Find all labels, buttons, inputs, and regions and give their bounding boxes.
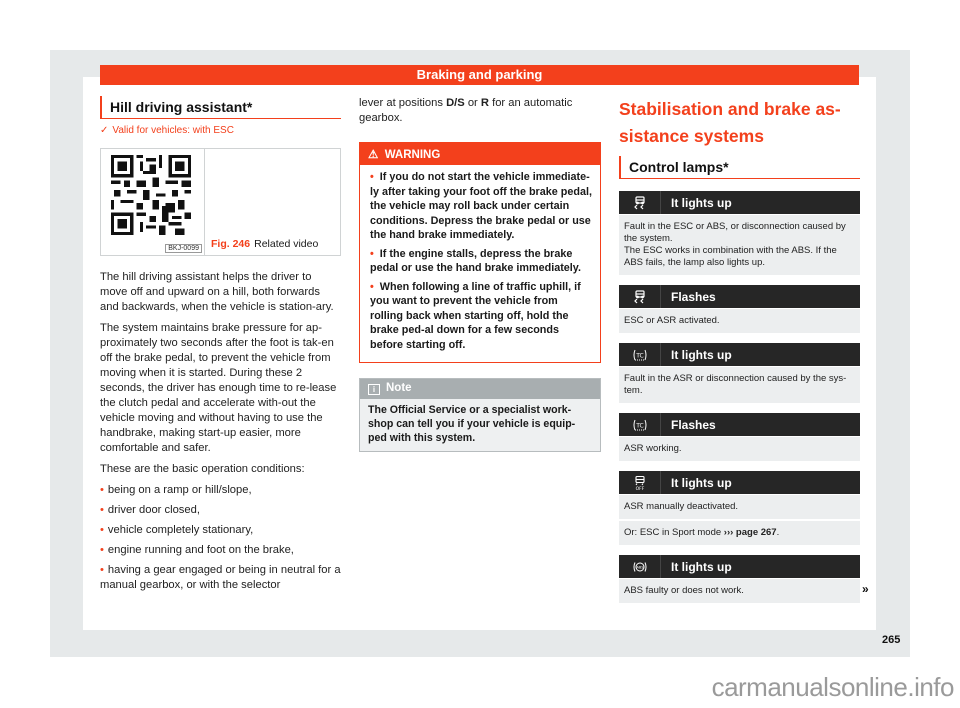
svg-text:OFF: OFF bbox=[635, 486, 644, 491]
page-reference-link[interactable]: ››› page 267 bbox=[724, 527, 777, 538]
warning-item: • If the engine stalls, depress the brak… bbox=[370, 247, 582, 275]
bullet-icon: • bbox=[100, 504, 104, 516]
figure-caption-text: Related video bbox=[254, 238, 319, 250]
note-header: i Note bbox=[360, 379, 600, 399]
warning-box: ⚠ WARNING • If you do not start the vehi… bbox=[359, 142, 601, 363]
list-item: • driver door closed, bbox=[100, 504, 200, 516]
list-item: • engine running and foot on the brake, bbox=[100, 544, 294, 556]
lamp-description: ASR manually deactivated. bbox=[619, 495, 860, 519]
bullet-icon: • bbox=[370, 171, 374, 183]
list-item: • having a gear engaged or being in neutr… bbox=[100, 564, 341, 591]
lamp-entry: TC Flashes ASR working. bbox=[619, 413, 860, 461]
info-icon: i bbox=[368, 384, 380, 395]
warning-item: • If you do not start the vehicle immedi… bbox=[370, 171, 592, 241]
bullet-icon: • bbox=[100, 524, 104, 536]
lamp-entry: TC It lights up Fault in the ASR or disc… bbox=[619, 343, 860, 403]
qr-code-icon bbox=[111, 155, 191, 235]
lamp-description: ABS faulty or does not work. bbox=[619, 579, 860, 603]
continuation-paragraph: lever at positions D/S or R for an autom… bbox=[359, 97, 573, 124]
warning-item: • When following a line of traffic uphil… bbox=[370, 280, 581, 351]
figure-number: Fig. 246 bbox=[211, 238, 251, 250]
lamp-entry: Flashes ESC or ASR activated. bbox=[619, 285, 860, 333]
abs-lamp-icon: ABS bbox=[619, 555, 661, 578]
figure-246: BKJ-0099 Fig. 246 Related video bbox=[100, 148, 341, 256]
bullet-icon: • bbox=[370, 280, 374, 293]
esc-lamp-icon bbox=[619, 191, 661, 214]
check-icon: ✓ bbox=[100, 125, 109, 136]
esc-lamp-icon bbox=[619, 285, 661, 308]
figure-caption: Fig. 246 Related video bbox=[205, 238, 318, 255]
bullet-icon: • bbox=[100, 544, 104, 556]
lamp-description: ESC or ASR activated. bbox=[619, 309, 860, 333]
lamp-description: Fault in the ASR or disconnection caused… bbox=[619, 367, 860, 403]
esc-off-lamp-icon: OFF bbox=[619, 471, 661, 494]
middle-column: lever at positions D/S or R for an autom… bbox=[359, 96, 601, 452]
tc-lamp-icon: TC bbox=[619, 413, 661, 436]
page-number: 265 bbox=[882, 634, 901, 646]
lamp-state: It lights up bbox=[671, 347, 732, 362]
lamp-description: Or: ESC in Sport mode ››› page 267. bbox=[619, 521, 860, 545]
lamp-entry: OFF It lights up ASR manually deactivate… bbox=[619, 471, 860, 545]
lamp-state: It lights up bbox=[671, 195, 732, 210]
chapter-header: Braking and parking bbox=[100, 65, 859, 85]
lamp-entry: ABS It lights up ABS faulty or does not … bbox=[619, 555, 860, 603]
tc-lamp-icon: TC bbox=[619, 343, 661, 366]
note-box: i Note The Official Service or a speciali… bbox=[359, 378, 601, 452]
note-text: The Official Service or a specialist wor… bbox=[368, 404, 576, 444]
paragraph: These are the basic operation conditions… bbox=[100, 463, 305, 475]
figure-code: BKJ-0099 bbox=[165, 244, 202, 253]
section-title-control-lamps: Control lamps* bbox=[619, 156, 860, 179]
lamp-state: Flashes bbox=[671, 417, 716, 432]
bullet-icon: • bbox=[370, 247, 374, 260]
continue-icon: » bbox=[862, 582, 869, 596]
bullet-icon: • bbox=[100, 484, 104, 496]
warning-body: • If you do not start the vehicle immedi… bbox=[360, 165, 600, 362]
right-column: Stabilisation and brake as-sistance syst… bbox=[619, 96, 860, 603]
section-title-hill-assistant: Hill driving assistant* bbox=[100, 96, 341, 119]
lamp-description: ASR working. bbox=[619, 437, 860, 461]
lamp-description: Fault in the ESC or ABS, or disconnectio… bbox=[619, 215, 860, 275]
list-item: • vehicle completely stationary, bbox=[100, 524, 254, 536]
svg-text:ABS: ABS bbox=[636, 565, 644, 569]
warning-header: ⚠ WARNING bbox=[360, 143, 600, 165]
chapter-title: Stabilisation and brake as-sistance syst… bbox=[619, 99, 841, 146]
conditions-list: • being on a ramp or hill/slope, • driver … bbox=[100, 483, 341, 593]
bullet-icon: • bbox=[100, 564, 104, 576]
left-column: Hill driving assistant* ✓ Valid for vehic… bbox=[100, 96, 341, 598]
svg-text:TC: TC bbox=[635, 352, 644, 359]
list-item: • being on a ramp or hill/slope, bbox=[100, 484, 252, 496]
warning-triangle-icon: ⚠ bbox=[368, 149, 379, 161]
paragraph: The system maintains brake pressure for … bbox=[100, 322, 337, 454]
qr-code[interactable]: BKJ-0099 bbox=[101, 149, 205, 255]
watermark: carmanualsonline.info bbox=[711, 672, 955, 702]
lamp-entry: It lights up Fault in the ESC or ABS, or… bbox=[619, 191, 860, 275]
lamp-state: Flashes bbox=[671, 289, 716, 304]
lamp-state: It lights up bbox=[671, 559, 732, 574]
svg-text:TC: TC bbox=[635, 422, 644, 429]
lamp-state: It lights up bbox=[671, 475, 732, 490]
paragraph: The hill driving assistant helps the dri… bbox=[100, 271, 334, 313]
validity-note: ✓ Valid for vehicles: with ESC bbox=[100, 125, 234, 136]
